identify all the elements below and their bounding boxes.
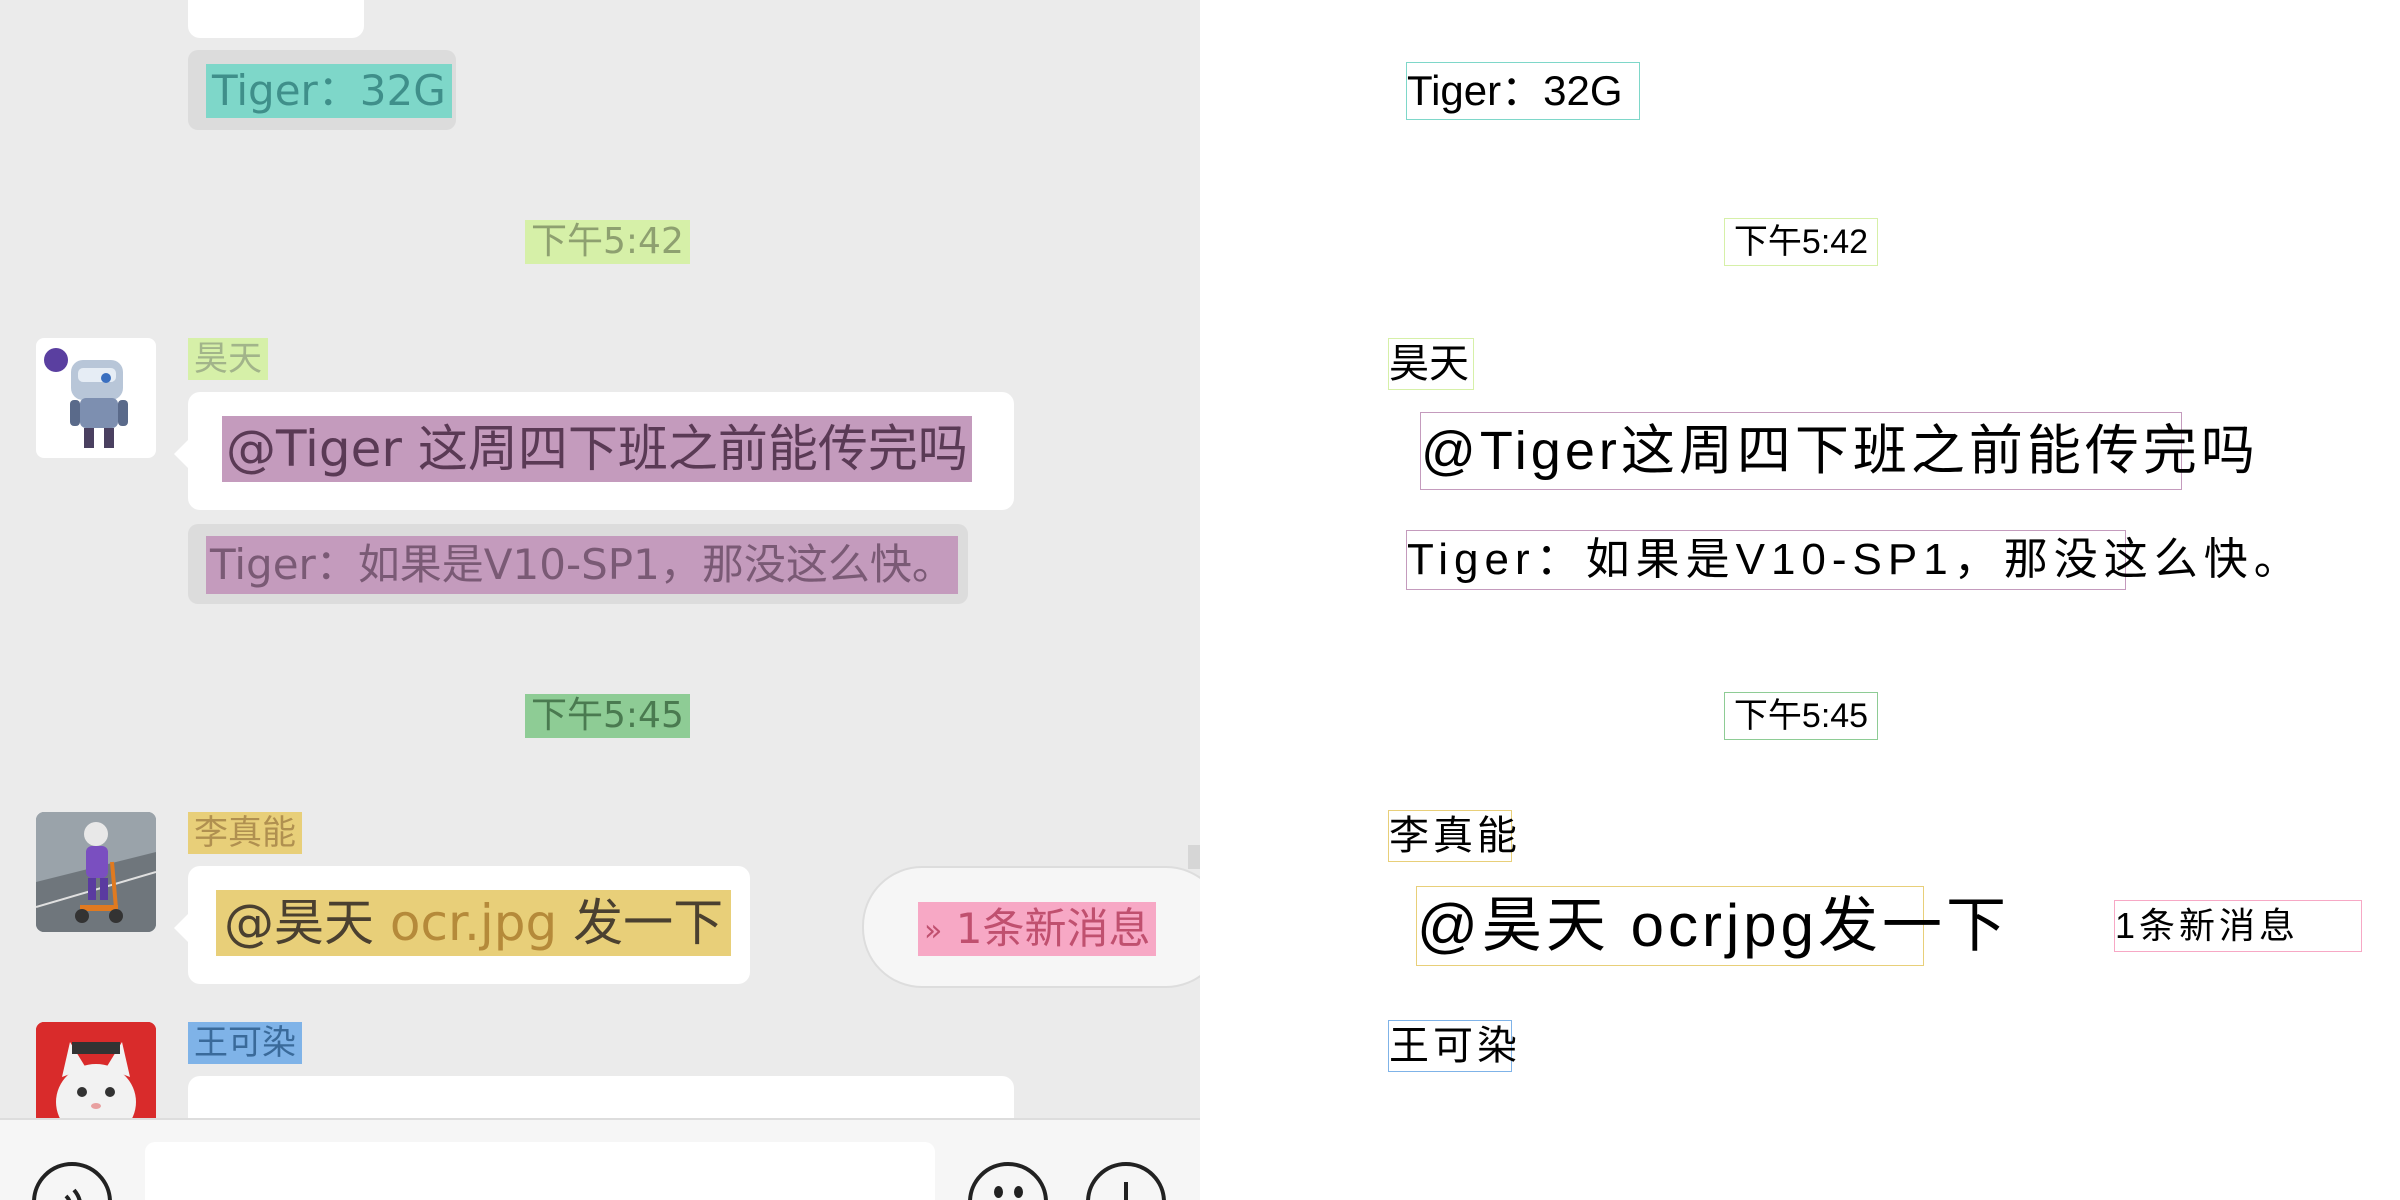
ocr-sender-name: 昊天 <box>1388 338 1474 390</box>
message-bubble[interactable]: @Tiger 这周四下班之前能传完吗 <box>188 392 1014 510</box>
new-messages-label: » 1条新消息 <box>918 902 1157 956</box>
message-bubble[interactable]: @昊天 ocr.jpg 发一下 <box>188 866 750 984</box>
new-messages-button[interactable]: » 1条新消息 <box>862 866 1200 988</box>
avatar-haotian[interactable] <box>36 338 156 458</box>
sender-name: 李真能 <box>188 812 302 854</box>
ocr-message: @昊天 ocrjpg发一下 <box>1416 886 2006 966</box>
ocr-quote: Tiger：如果是V10-SP1，那没这么快。 <box>1406 530 2298 590</box>
message-text: @Tiger 这周四下班之前能传完吗 <box>222 416 972 482</box>
ocr-result-panel: Tiger：32G 下午5:42 昊天 @Tiger这周四下班之前能传完吗 Ti… <box>1200 0 2400 1200</box>
quote-text: Tiger：32G <box>206 64 452 118</box>
ocr-message: @Tiger这周四下班之前能传完吗 <box>1420 412 2255 490</box>
voice-icon[interactable] <box>32 1162 112 1200</box>
ocr-sender-name: 王可染 <box>1388 1020 1517 1072</box>
bubble-tail <box>174 440 188 468</box>
ocr-timestamp: 下午5:42 <box>1724 218 1878 266</box>
robot-avatar-icon <box>44 348 128 448</box>
scrollbar-thumb[interactable] <box>1188 845 1200 869</box>
sender-name: 王可染 <box>188 1022 302 1064</box>
timestamp: 下午5:42 <box>525 220 690 264</box>
ocr-new-messages: 1条新消息 <box>2114 900 2362 952</box>
quote-text: Tiger：如果是V10-SP1，那没这么快。 <box>206 536 958 594</box>
quote-bubble[interactable]: Tiger：如果是V10-SP1，那没这么快。 <box>188 524 968 604</box>
ocr-quote-top: Tiger：32G <box>1406 62 1640 120</box>
avatar-lizhenneng[interactable] <box>36 812 156 932</box>
ocr-timestamp: 下午5:45 <box>1724 692 1878 740</box>
chat-screenshot: Tiger：32G 下午5:42 昊天 @Tiger 这周四下班之前能传完吗 T… <box>0 0 1200 1200</box>
quote-bubble[interactable]: Tiger：32G <box>188 50 456 130</box>
mention-text[interactable]: @昊天 <box>224 894 374 952</box>
bubble-tail <box>174 914 188 942</box>
ocr-sender-name: 李真能 <box>1388 810 1517 862</box>
sender-name: 昊天 <box>188 338 268 380</box>
message-input[interactable] <box>145 1142 935 1200</box>
timestamp: 下午5:45 <box>525 694 690 738</box>
double-chevron-down-icon: » <box>924 913 943 949</box>
message-bubble-partial[interactable] <box>188 0 364 38</box>
message-text: @昊天 ocr.jpg 发一下 <box>216 890 732 956</box>
message-tail-text: 发一下 <box>573 894 724 952</box>
scooter-rider-avatar-icon <box>36 812 156 932</box>
file-link[interactable]: ocr.jpg <box>390 894 557 952</box>
